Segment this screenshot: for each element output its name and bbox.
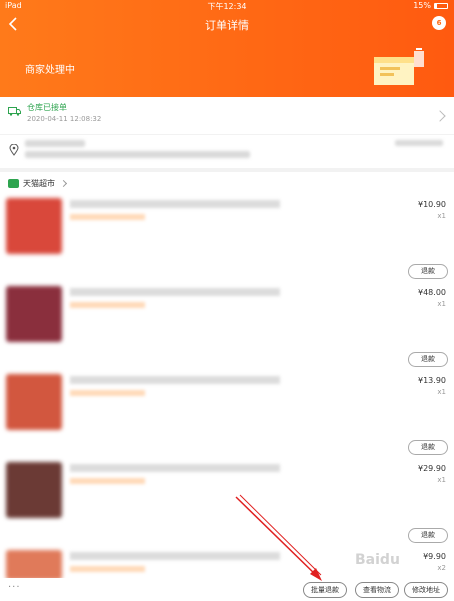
watermark: Baidu — [355, 552, 400, 568]
status-bar: iPad 下午12:34 15% — [0, 0, 454, 12]
view-logistics-button[interactable]: 查看物流 — [355, 582, 399, 598]
truck-icon — [8, 107, 21, 116]
product-name-blur — [70, 464, 280, 472]
shop-header[interactable]: 天猫超市 — [8, 178, 68, 189]
address-name-blur — [25, 140, 85, 147]
product-thumbnail — [6, 550, 62, 580]
product-sku-blur — [70, 214, 145, 220]
page-title: 订单详情 — [205, 19, 249, 32]
package-icon — [374, 48, 424, 85]
product-name-blur — [70, 200, 280, 208]
battery-percent: 15% — [413, 1, 431, 10]
product-name-blur — [70, 552, 280, 560]
logistics-row[interactable]: 仓库已接单 2020-04-11 12:08:32 — [0, 97, 454, 134]
address-row[interactable] — [0, 135, 454, 168]
header: iPad 下午12:34 15% 订单详情 6 商家处理中 — [0, 0, 454, 97]
bottom-action-bar: ··· 批量退款 查看物流 修改地址 — [0, 578, 454, 601]
chevron-right-icon — [434, 110, 446, 122]
product-thumbnail — [6, 286, 62, 342]
product-thumbnail — [6, 198, 62, 254]
refund-button[interactable]: 退款 — [408, 440, 448, 455]
product-thumbnail — [6, 462, 62, 518]
list-item[interactable]: ¥10.90 x1 退款 — [0, 192, 454, 280]
more-actions-button[interactable]: ··· — [8, 582, 21, 593]
logistics-status: 仓库已接单 — [27, 103, 67, 112]
list-item[interactable]: ¥29.90 x1 退款 — [0, 456, 454, 544]
battery: 15% — [413, 1, 448, 10]
item-quantity: x1 — [437, 388, 446, 396]
more-button[interactable]: 6 — [432, 16, 446, 30]
item-price: ¥48.00 — [418, 288, 446, 297]
clock: 下午12:34 — [207, 2, 247, 11]
item-price: ¥13.90 — [418, 376, 446, 385]
product-sku-blur — [70, 566, 145, 572]
shop-name: 天猫超市 — [23, 179, 55, 188]
logistics-time: 2020-04-11 12:08:32 — [27, 115, 102, 123]
item-quantity: x2 — [437, 564, 446, 572]
product-thumbnail — [6, 374, 62, 430]
shop-icon — [8, 179, 19, 188]
address-phone-blur — [395, 140, 443, 146]
chevron-right-icon — [59, 179, 68, 188]
item-quantity: x1 — [437, 300, 446, 308]
product-sku-blur — [70, 302, 145, 308]
order-items: 天猫超市 ¥10.90 x1 退款 ¥48.00 x1 退款 ¥13.90 x1… — [0, 172, 454, 601]
product-name-blur — [70, 288, 280, 296]
item-quantity: x1 — [437, 212, 446, 220]
battery-icon — [434, 2, 448, 9]
refund-button[interactable]: 退款 — [408, 264, 448, 279]
product-name-blur — [70, 376, 280, 384]
batch-refund-button[interactable]: 批量退款 — [303, 582, 347, 598]
address-line-blur — [25, 151, 250, 158]
refund-button[interactable]: 退款 — [408, 352, 448, 367]
product-sku-blur — [70, 478, 145, 484]
list-item[interactable]: ¥13.90 x1 退款 — [0, 368, 454, 456]
item-price: ¥10.90 — [418, 200, 446, 209]
item-price: ¥29.90 — [418, 464, 446, 473]
location-pin-icon — [9, 144, 19, 156]
item-price: ¥9.90 — [423, 552, 446, 561]
modify-address-button[interactable]: 修改地址 — [404, 582, 448, 598]
refund-button[interactable]: 退款 — [408, 528, 448, 543]
item-quantity: x1 — [437, 476, 446, 484]
list-item[interactable]: ¥48.00 x1 退款 — [0, 280, 454, 368]
order-status: 商家处理中 — [25, 65, 75, 76]
product-sku-blur — [70, 390, 145, 396]
